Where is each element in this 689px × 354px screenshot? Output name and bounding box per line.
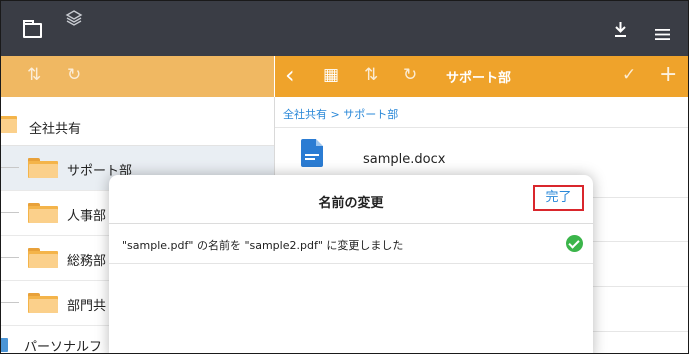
download-icon[interactable] (614, 21, 627, 38)
tree-connector (1, 212, 19, 213)
menu-icon[interactable] (655, 25, 670, 40)
grid-view-icon[interactable]: ▦ (323, 65, 339, 85)
folder-icon (1, 113, 17, 133)
refresh-icon[interactable]: ↻ (67, 65, 81, 85)
folder-icon[interactable] (23, 20, 42, 38)
list-divider (591, 286, 688, 287)
tree-item-label: 総務部 (67, 254, 107, 269)
folder-icon (28, 158, 58, 178)
left-toolbar: ⇅ ↻ (1, 56, 274, 97)
select-check-icon[interactable]: ✓ (622, 65, 636, 85)
dialog-title: 名前の変更 (318, 196, 384, 211)
success-check-icon (566, 235, 583, 252)
tree-root-row[interactable]: 全社共有 (1, 97, 274, 146)
tree-connector (1, 257, 19, 258)
file-name: sample.docx (363, 152, 446, 167)
back-icon[interactable]: ‹ (285, 61, 295, 89)
app-window: ⇅ ↻ ‹ ▦ ⇅ ↻ サポート部 ✓ + 全社共有 サポート部 人事部 総務部… (0, 0, 689, 354)
folder-icon (28, 248, 58, 268)
refresh-icon[interactable]: ↻ (403, 65, 417, 85)
rename-result-message: "sample.pdf" の名前を "sample2.pdf" に変更しました (122, 239, 404, 252)
list-divider (591, 331, 688, 332)
dialog-divider (109, 263, 593, 264)
tree-connector (1, 167, 19, 168)
breadcrumb-divider (275, 127, 688, 128)
top-app-bar (1, 1, 688, 56)
breadcrumb[interactable]: 全社共有 > サポート部 (283, 106, 398, 122)
add-icon[interactable]: + (659, 62, 677, 87)
tree-item-label: パーソナルフ (24, 340, 103, 354)
sort-icon[interactable]: ⇅ (364, 65, 378, 85)
layers-icon[interactable] (65, 9, 83, 32)
folder-icon (28, 203, 58, 223)
word-doc-icon (301, 139, 323, 167)
list-divider (591, 241, 688, 242)
dialog-divider (109, 223, 593, 224)
right-toolbar: ‹ ▦ ⇅ ↻ サポート部 ✓ + (275, 56, 688, 97)
tree-root-label: 全社共有 (29, 122, 82, 137)
list-divider (591, 197, 688, 198)
tree-connector (1, 302, 19, 303)
sort-icon[interactable]: ⇅ (27, 65, 41, 85)
folder-icon (28, 293, 58, 313)
rename-dialog: 名前の変更 完了 "sample.pdf" の名前を "sample2.pdf"… (109, 175, 593, 353)
done-button[interactable]: 完了 (533, 185, 584, 211)
folder-title: サポート部 (446, 71, 512, 86)
tree-item-label: 部門共 (67, 299, 107, 314)
tree-item-label: 人事部 (67, 209, 107, 224)
personal-folder-icon (1, 338, 8, 352)
